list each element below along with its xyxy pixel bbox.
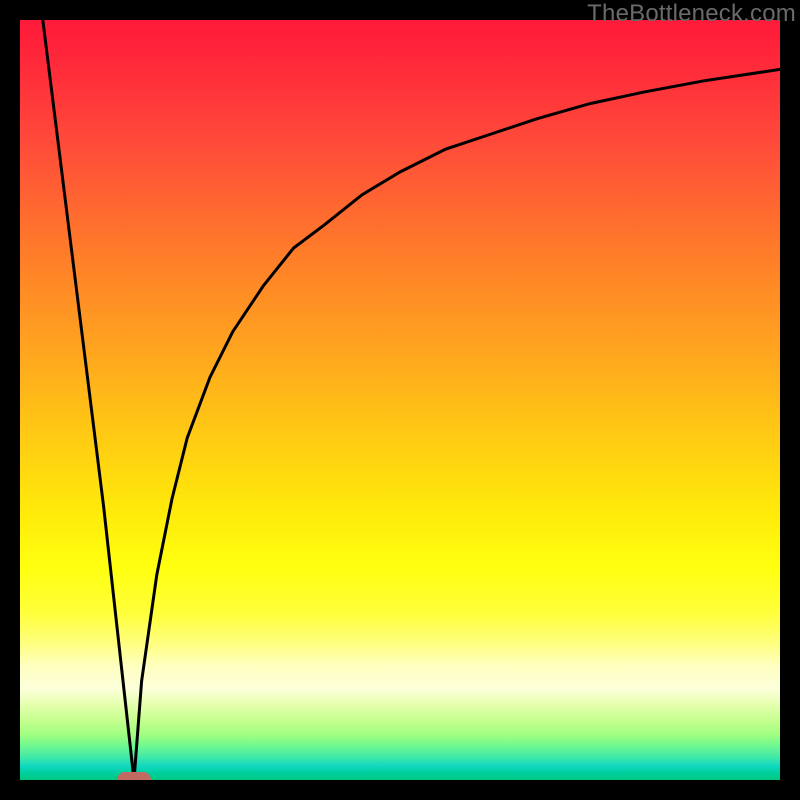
watermark-text: TheBottleneck.com (587, 0, 796, 28)
plot-area (20, 20, 780, 780)
curve-layer (20, 20, 780, 780)
right-branch-curve (134, 69, 780, 780)
vertex-marker (117, 772, 151, 780)
chart-frame: TheBottleneck.com (0, 0, 800, 800)
left-branch-curve (43, 20, 134, 780)
